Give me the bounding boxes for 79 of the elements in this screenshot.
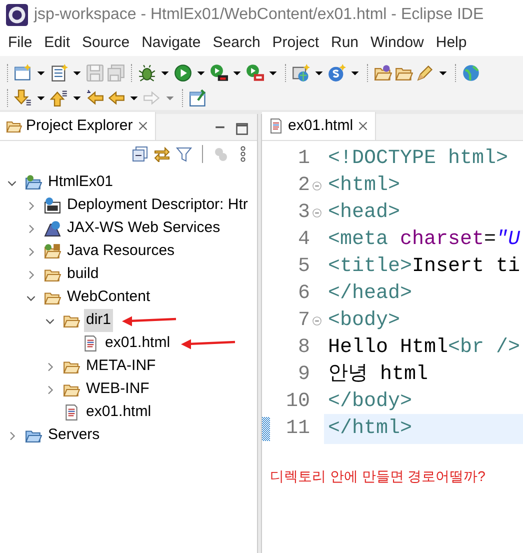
maximize-icon[interactable] — [235, 122, 249, 136]
close-icon[interactable] — [357, 120, 370, 132]
tree-item[interactable]: WEB-INF — [84, 378, 152, 401]
run-server-icon[interactable] — [210, 64, 228, 82]
html-file-icon — [63, 404, 80, 421]
close-icon[interactable] — [136, 120, 149, 132]
java-resources-icon — [44, 243, 61, 260]
s-badge-icon[interactable] — [328, 64, 346, 82]
menu-item[interactable]: Search — [206, 30, 266, 56]
line-number: 3 — [296, 200, 310, 226]
tree-item[interactable]: dir1 — [84, 309, 114, 332]
code-line: <title>Insert ti — [327, 254, 522, 280]
code-line: <meta charset="U — [327, 226, 522, 252]
fold-toggle-icon[interactable] — [312, 316, 322, 326]
code-line: </head> — [327, 280, 414, 306]
project-icon — [25, 174, 42, 191]
line-number: 2 — [296, 172, 310, 198]
line-number: 4 — [296, 226, 310, 252]
menu-item[interactable]: Navigate — [136, 30, 207, 56]
folder-icon[interactable] — [374, 64, 392, 82]
editor-tab[interactable]: ex01.html — [262, 112, 376, 140]
fold-toggle-icon[interactable] — [312, 208, 322, 218]
menu-item[interactable]: Help — [430, 30, 473, 56]
globe-icon[interactable] — [462, 64, 480, 82]
tree-item[interactable]: HtmlEx01 — [46, 171, 116, 194]
run-icon[interactable] — [174, 64, 192, 82]
code-line: <!DOCTYPE html> — [327, 146, 510, 172]
new-window-icon[interactable] — [14, 64, 32, 82]
line-number: 9 — [296, 362, 310, 388]
html-file-icon — [82, 335, 99, 352]
tree-item[interactable]: ex01.html — [84, 401, 154, 424]
menu-item[interactable]: Edit — [38, 30, 76, 56]
server-globe-icon[interactable] — [292, 64, 310, 82]
filter-icon[interactable] — [176, 146, 192, 162]
code-line: <html> — [327, 172, 402, 198]
stop-server-icon[interactable] — [246, 64, 264, 82]
collapse-all-icon[interactable] — [132, 146, 148, 162]
window-title: jsp-workspace - HtmlEx01/WebContent/ex01.html - Eclipse IDE — [34, 5, 484, 25]
tree-item[interactable]: Servers — [46, 424, 102, 447]
web-service-icon — [44, 220, 61, 237]
tree-item[interactable]: JAX-WS Web Services — [65, 217, 222, 240]
view-tab[interactable]: Project Explorer — [0, 112, 156, 140]
tree-item[interactable]: META-INF — [84, 355, 158, 378]
line-number: 7 — [296, 308, 310, 334]
code-line: 안녕 html — [327, 362, 430, 388]
app-icon — [6, 4, 28, 26]
window-pin-icon[interactable] — [189, 88, 207, 106]
menu-item[interactable]: Run — [324, 30, 365, 56]
menu-item[interactable]: Window — [364, 30, 430, 56]
line-number: 10 — [284, 388, 310, 414]
html-file-icon — [268, 118, 284, 134]
code-line: Hello Html<br /> — [327, 334, 522, 360]
code-line: <body> — [327, 308, 402, 334]
line-number: 1 — [296, 146, 310, 172]
new-file-icon[interactable] — [50, 64, 68, 82]
line-number: 11 — [284, 416, 310, 442]
menu-item[interactable]: Source — [76, 30, 136, 56]
code-line: </body> — [327, 388, 414, 414]
line-number: 6 — [296, 280, 310, 306]
annotation-text: 디렉토리 안에 만들면 경로어떨까? — [270, 467, 486, 486]
link-arrows-icon[interactable] — [154, 146, 170, 162]
menu-item[interactable]: File — [2, 30, 38, 56]
fold-toggle-icon[interactable] — [312, 180, 322, 190]
arrow-left-icon[interactable] — [86, 88, 104, 106]
line-number: 8 — [296, 334, 310, 360]
arrow-left-icon[interactable] — [107, 88, 125, 106]
tree-item[interactable]: build — [65, 263, 101, 286]
pen-icon[interactable] — [416, 64, 434, 82]
code-line: <head> — [327, 200, 402, 226]
arrow-down-icon[interactable] — [14, 88, 32, 106]
descriptor-icon — [44, 197, 61, 214]
line-number: 5 — [296, 254, 310, 280]
tree-item[interactable]: Deployment Descriptor: Htr — [65, 194, 250, 217]
tree-item[interactable]: WebContent — [65, 286, 152, 309]
bug-icon[interactable] — [138, 64, 156, 82]
arrow-up-icon[interactable] — [50, 88, 68, 106]
tree-item[interactable]: Java Resources — [65, 240, 177, 263]
tree-item[interactable]: ex01.html — [103, 332, 172, 355]
menu-item[interactable]: Project — [266, 30, 325, 56]
